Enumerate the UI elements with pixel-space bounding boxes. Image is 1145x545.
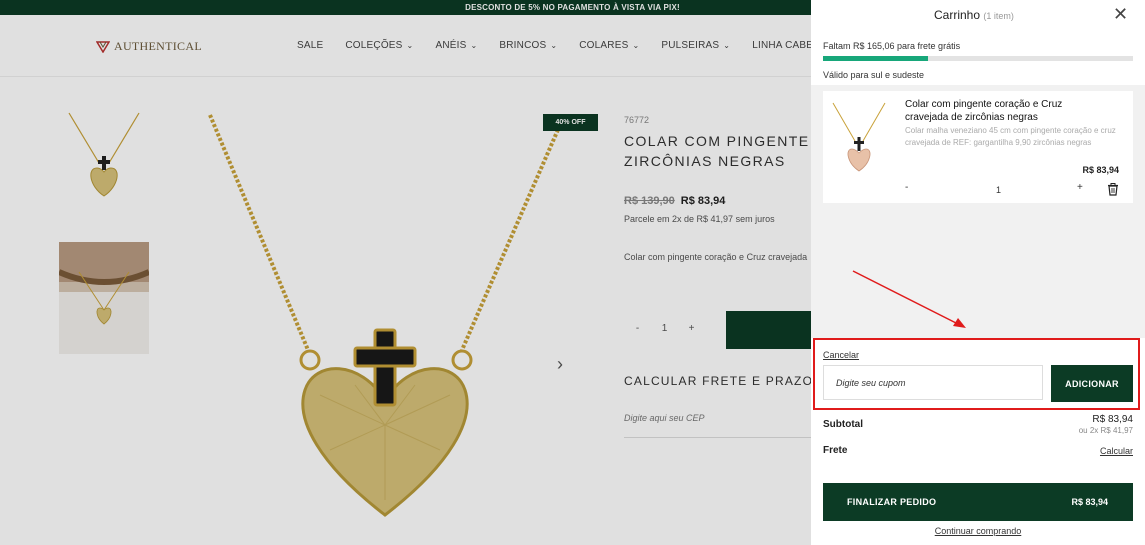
cart-item-name[interactable]: Colar com pingente coração e Cruz cravej… (905, 98, 1105, 124)
subtotal-installments: ou 2x R$ 41,97 (1078, 426, 1133, 435)
cart-item-count: (1 item) (983, 11, 1014, 21)
cart-drawer: Carrinho (1 item) ✕ Faltam R$ 165,06 par… (811, 0, 1145, 545)
progress-bar-fill (823, 56, 929, 61)
checkout-button-price: R$ 83,94 (1071, 497, 1108, 507)
free-shipping-message: Faltam R$ 165,06 para frete grátis (823, 41, 961, 51)
cart-item-image (832, 102, 886, 172)
calculate-shipping-link[interactable]: Calcular (1100, 446, 1133, 456)
progress-bar (823, 56, 1133, 61)
checkout-button-label: FINALIZAR PEDIDO (847, 497, 937, 507)
cart-item-description: Colar malha veneziano 45 cm com pingente… (905, 126, 1116, 147)
subtotal-value: R$ 83,94 (1092, 414, 1133, 425)
checkout-button[interactable]: FINALIZAR PEDIDO R$ 83,94 (823, 483, 1133, 521)
close-icon[interactable]: ✕ (1113, 4, 1128, 24)
cart-title: Carrinho (1 item) (934, 8, 1014, 22)
shipping-label: Frete (823, 445, 848, 456)
annotation-highlight-box (813, 338, 1140, 410)
cart-qty-plus-button[interactable]: + (1077, 182, 1083, 193)
cart-title-text: Carrinho (934, 8, 981, 22)
shipping-validity-note: Válido para sul e sudeste (823, 70, 925, 80)
cart-item: Colar com pingente coração e Cruz cravej… (823, 91, 1133, 203)
cart-qty-value[interactable]: 1 (996, 185, 1001, 195)
cart-totals: Subtotal R$ 83,94 ou 2x R$ 41,97 Frete C… (811, 410, 1145, 545)
cart-item-price: R$ 83,94 (1082, 165, 1119, 175)
trash-icon[interactable] (1106, 182, 1120, 196)
subtotal-label: Subtotal (823, 419, 863, 430)
continue-shopping-link[interactable]: Continuar comprando (811, 526, 1145, 536)
page-overlay[interactable] (0, 0, 811, 545)
free-shipping-progress: Faltam R$ 165,06 para frete grátis Válid… (811, 31, 1145, 85)
cart-header: Carrinho (1 item) ✕ (811, 0, 1145, 31)
cart-qty-minus-button[interactable]: - (905, 182, 908, 193)
